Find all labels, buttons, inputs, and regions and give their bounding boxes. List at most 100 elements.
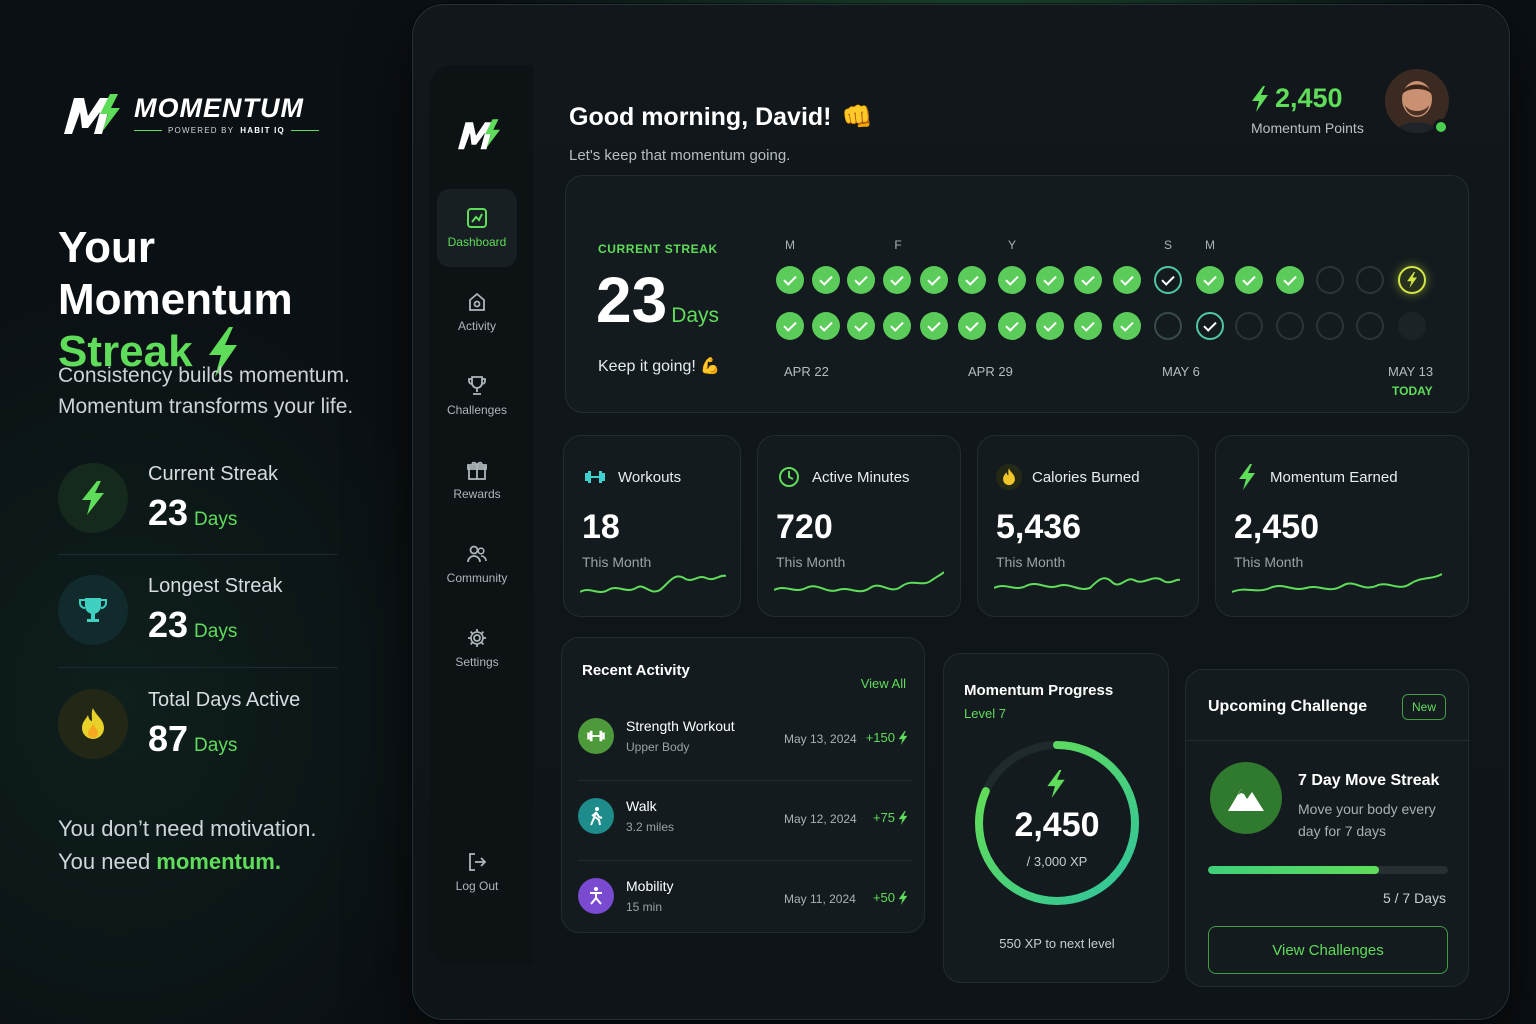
hero-title: Your Momentum Streak (58, 223, 293, 377)
streak-day-dot (920, 312, 948, 340)
streak-day-dot (776, 266, 804, 294)
streak-day-dot (1235, 312, 1263, 340)
streak-day-dot (1196, 312, 1224, 340)
streak-day-dot (998, 266, 1026, 294)
sidebar-item-activity[interactable]: Activity (437, 273, 517, 351)
flame-icon (996, 464, 1022, 490)
current-streak-stat: Current Streak 23 Days (58, 448, 338, 548)
sidebar-item-settings[interactable]: Settings (437, 609, 517, 687)
brand-name: MOMENTUM (134, 93, 304, 123)
challenge-progress-bar (1208, 866, 1448, 874)
streak-day-dot (920, 266, 948, 294)
brand-powered-by: POWERED BY HABIT IQ (134, 126, 319, 135)
streak-day-dot (812, 312, 840, 340)
bolt-icon (1252, 85, 1268, 112)
flame-icon (58, 689, 128, 759)
streak-day-dot (1036, 266, 1064, 294)
sidebar: Dashboard Activity Challenges Rewards Co… (429, 65, 533, 965)
streak-day-dot (1036, 312, 1064, 340)
view-challenges-button[interactable]: View Challenges (1208, 926, 1448, 974)
sidebar-item-dashboard[interactable]: Dashboard (437, 189, 517, 267)
bolt-icon (898, 810, 908, 825)
gift-icon (467, 461, 487, 480)
streak-day-dot (847, 312, 875, 340)
streak-card: CURRENT STREAK 23 Days Keep it going! 💪 M… (565, 175, 1469, 413)
streak-day-dot (1196, 266, 1224, 294)
momentum-logo-icon (64, 94, 120, 134)
flex-emoji-icon: 💪 (700, 358, 721, 375)
trophy-icon (468, 376, 486, 395)
sparkline (994, 577, 1180, 590)
sidebar-item-rewards[interactable]: Rewards (437, 441, 517, 519)
streak-day-dot (1276, 266, 1304, 294)
streak-day-dot (847, 266, 875, 294)
dashboard-icon (467, 208, 487, 228)
streak-day-dot (883, 266, 911, 294)
streak-day-dot (812, 266, 840, 294)
list-item[interactable]: Mobility 15 min May 11, 2024 +50 (578, 868, 912, 938)
walk-icon (578, 798, 614, 834)
view-all-link[interactable]: View All (861, 676, 906, 691)
streak-day-dot (1356, 312, 1384, 340)
streak-day-dot (1276, 312, 1304, 340)
dumbbell-icon (582, 464, 608, 490)
streak-day-dot (958, 266, 986, 294)
streak-day-dot (776, 312, 804, 340)
mobility-icon (578, 878, 614, 914)
streak-day-dot (1074, 312, 1102, 340)
momentum-logo-icon (458, 119, 500, 150)
sidebar-item-community[interactable]: Community (437, 525, 517, 603)
bolt-icon (58, 463, 128, 533)
recent-activity-card: Recent Activity View All Strength Workou… (561, 637, 925, 933)
logout-button[interactable]: Log Out (437, 833, 517, 911)
sparkline (580, 574, 726, 593)
streak-day-dot (958, 312, 986, 340)
streak-day-dot (1154, 312, 1182, 340)
hero-description: Consistency builds momentum. Momentum tr… (58, 364, 354, 418)
greeting: Good morning, David! 👊 (569, 103, 873, 131)
streak-day-dot (1113, 312, 1141, 340)
sidebar-item-challenges[interactable]: Challenges (437, 357, 517, 435)
dumbbell-icon (578, 718, 614, 754)
bolt-icon (898, 890, 908, 905)
streak-day-dot (883, 312, 911, 340)
bolt-icon (898, 730, 908, 745)
total-days-stat: Total Days Active 87 Days (58, 674, 338, 774)
streak-day-dot (1398, 312, 1426, 340)
clock-icon (776, 464, 802, 490)
upcoming-challenge-card: Upcoming Challenge New 7 Day Move Streak… (1185, 669, 1470, 987)
greeting-subtitle: Let's keep that momentum going. (569, 147, 791, 164)
streak-day-dot (1316, 266, 1344, 294)
gear-icon (468, 629, 486, 647)
app-window: Dashboard Activity Challenges Rewards Co… (412, 4, 1510, 1020)
streak-day-dot (1356, 266, 1384, 294)
logout-icon (469, 853, 487, 871)
streak-day-dot (1316, 312, 1344, 340)
online-status-dot (1433, 119, 1449, 135)
active-minutes-card[interactable]: Active Minutes 720 This Month (757, 435, 961, 617)
fist-emoji-icon: 👊 (841, 103, 873, 131)
main-content: Good morning, David! 👊 Let's keep that mo… (533, 5, 1509, 1019)
bolt-icon (1047, 770, 1065, 798)
activity-icon (469, 292, 485, 311)
tagline: You don’t need motivation. You need mome… (58, 816, 317, 874)
mountain-icon (1210, 762, 1282, 834)
bolt-icon (1234, 464, 1260, 490)
today-streak-dot (1398, 266, 1426, 294)
trophy-icon (58, 575, 128, 645)
streak-day-dot (1154, 266, 1182, 294)
list-item[interactable]: Walk 3.2 miles May 12, 2024 +75 (578, 788, 912, 858)
longest-streak-stat: Longest Streak 23 Days (58, 560, 338, 660)
list-item[interactable]: Strength Workout Upper Body May 13, 2024… (578, 708, 912, 778)
calories-card[interactable]: Calories Burned 5,436 This Month (977, 435, 1199, 617)
streak-day-dot (998, 312, 1026, 340)
workouts-card[interactable]: Workouts 18 This Month (563, 435, 741, 617)
momentum-earned-card[interactable]: Momentum Earned 2,450 This Month (1215, 435, 1469, 617)
streak-day-dot (1235, 266, 1263, 294)
sparkline (1232, 573, 1442, 593)
progress-ring: 2,450 / 3,000 XP (968, 734, 1146, 912)
marketing-panel: MOMENTUM POWERED BY HABIT IQ Your Momentu… (58, 0, 398, 1024)
sparkline (774, 571, 944, 593)
streak-day-dot (1113, 266, 1141, 294)
momentum-progress-card: Momentum Progress Level 7 2,450 / 3,000 … (943, 653, 1169, 983)
